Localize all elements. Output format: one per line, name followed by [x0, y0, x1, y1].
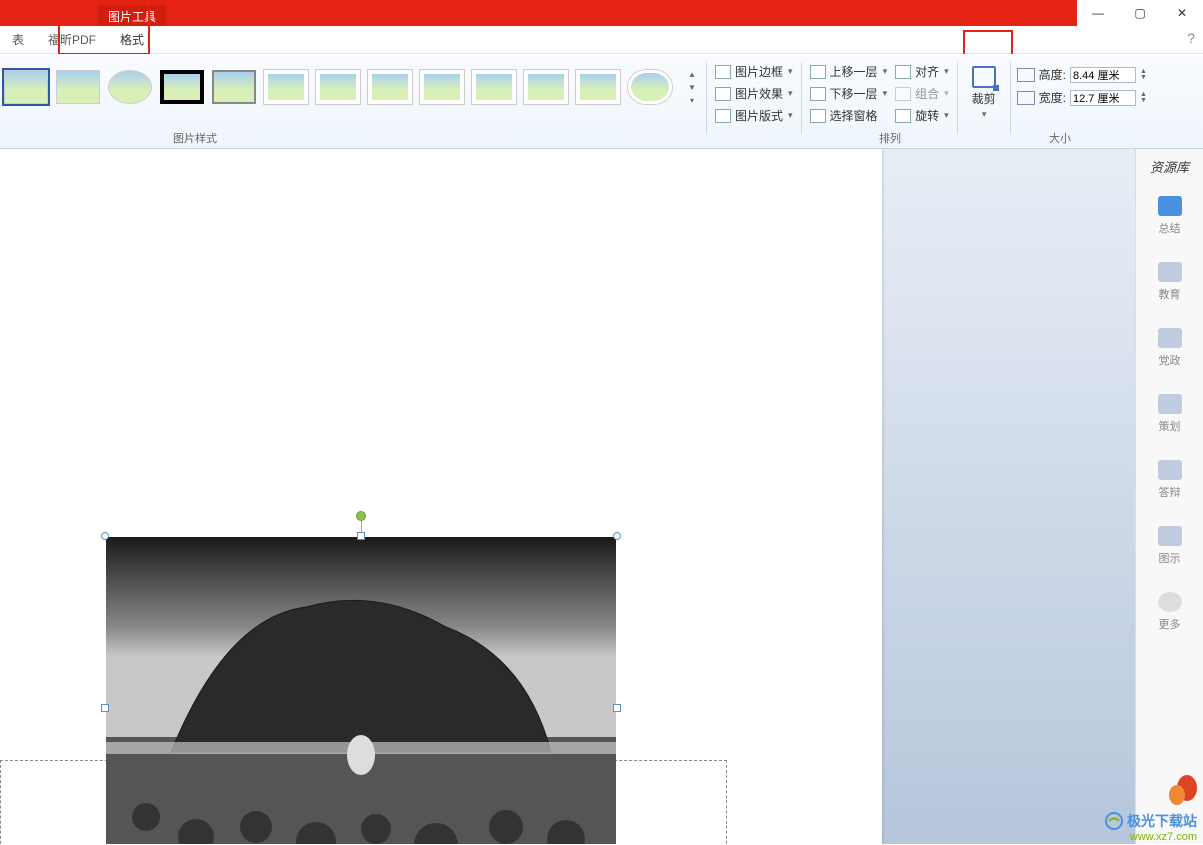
menu-tabs: 表 福昕PDF 格式 ?: [0, 26, 1203, 54]
plan-icon: [1158, 394, 1182, 414]
style-thumb[interactable]: [56, 70, 100, 104]
rotate-icon: [895, 109, 911, 123]
style-thumb[interactable]: [160, 70, 204, 104]
selection-pane-icon: [810, 109, 826, 123]
style-thumb[interactable]: [212, 70, 256, 104]
align-group-rotate: 对齐▾ 组合▾ 旋转▾: [893, 62, 951, 125]
resize-handle-tl[interactable]: [101, 532, 109, 540]
resize-handle-tr[interactable]: [613, 532, 621, 540]
style-thumb[interactable]: [576, 70, 620, 104]
sidebar-item-summary[interactable]: 总结: [1158, 196, 1182, 236]
resize-handle-l[interactable]: [101, 704, 109, 712]
crop-button[interactable]: 裁剪 ▾: [964, 62, 1004, 124]
group-icon: [895, 87, 911, 101]
party-icon: [1158, 328, 1182, 348]
chevron-down-icon: ▾: [788, 88, 793, 99]
chevron-down-icon: ▾: [944, 66, 949, 77]
layout-icon: [715, 109, 731, 123]
sidebar-item-chart[interactable]: 图示: [1158, 526, 1182, 566]
canvas[interactable]: [0, 149, 1135, 844]
picture-effect-button[interactable]: 图片效果▾: [713, 84, 795, 103]
group-label-arrange: 排列: [820, 130, 960, 146]
resize-handle-t[interactable]: [357, 532, 365, 540]
education-icon: [1158, 262, 1182, 282]
ribbon: ▲▼▾ 图片边框▾ 图片效果▾ 图片版式▾ 上移一层▾ 下移一层▾ 选择窗格 对…: [0, 54, 1203, 149]
style-thumb[interactable]: [628, 70, 672, 104]
group-label-size: 大小: [1020, 130, 1100, 146]
chevron-down-icon: ▾: [944, 110, 949, 121]
image-content: [106, 537, 616, 844]
group-button[interactable]: 组合▾: [893, 84, 951, 103]
resource-sidebar: 资源库 总结 教育 党政 策划 答辩 图示 更多: [1135, 149, 1203, 844]
crop-label: 裁剪: [972, 90, 996, 107]
size-inputs: 高度: ▲▼ 宽度: ▲▼: [1017, 62, 1147, 106]
picture-layout-button[interactable]: 图片版式▾: [713, 106, 795, 125]
page: [0, 149, 882, 844]
chevron-down-icon: ▾: [944, 88, 949, 99]
image-tools-tab: 图片工具: [98, 5, 166, 26]
sidebar-item-education[interactable]: 教育: [1158, 262, 1182, 302]
resize-handle-r[interactable]: [613, 704, 621, 712]
tab-foxit-pdf[interactable]: 福昕PDF: [36, 26, 108, 53]
window-controls: — ▢ ✕: [1077, 0, 1203, 26]
arrange-layer-group: 上移一层▾ 下移一层▾ 选择窗格: [808, 62, 890, 125]
width-label: 宽度:: [1039, 89, 1066, 106]
rotate-button[interactable]: 旋转▾: [893, 106, 951, 125]
picture-border-effect-group: 图片边框▾ 图片效果▾ 图片版式▾: [713, 62, 795, 125]
close-button[interactable]: ✕: [1161, 0, 1203, 26]
workspace: 资源库 总结 教育 党政 策划 答辩 图示 更多: [0, 149, 1203, 844]
rotate-handle[interactable]: [356, 511, 366, 521]
chevron-down-icon: ▾: [982, 109, 987, 120]
help-icon[interactable]: ?: [1187, 30, 1195, 46]
bring-forward-button[interactable]: 上移一层▾: [808, 62, 890, 81]
sidebar-item-more[interactable]: 更多: [1158, 592, 1182, 632]
style-thumb[interactable]: [420, 70, 464, 104]
summary-icon: [1158, 196, 1182, 216]
sidebar-item-defense[interactable]: 答辩: [1158, 460, 1182, 500]
selection-pane-button[interactable]: 选择窗格: [808, 106, 890, 125]
title-bar: 图片工具 — ▢ ✕: [0, 0, 1203, 26]
align-button[interactable]: 对齐▾: [893, 62, 951, 81]
height-label: 高度:: [1039, 66, 1066, 83]
crop-icon: [972, 66, 996, 88]
selected-image[interactable]: [106, 537, 616, 844]
chevron-down-icon: ▾: [788, 110, 793, 121]
style-thumb[interactable]: [472, 70, 516, 104]
style-thumb[interactable]: [108, 70, 152, 104]
border-icon: [715, 65, 731, 79]
width-icon: [1017, 91, 1035, 105]
minimize-button[interactable]: —: [1077, 0, 1119, 26]
sidebar-title: 资源库: [1150, 157, 1189, 176]
sidebar-item-plan[interactable]: 策划: [1158, 394, 1182, 434]
sidebar-item-party[interactable]: 党政: [1158, 328, 1182, 368]
send-backward-button[interactable]: 下移一层▾: [808, 84, 890, 103]
chevron-down-icon: ▾: [788, 66, 793, 77]
style-thumb[interactable]: [524, 70, 568, 104]
effect-icon: [715, 87, 731, 101]
picture-style-gallery: ▲▼▾: [0, 62, 700, 112]
tab-table[interactable]: 表: [0, 26, 36, 53]
style-thumb[interactable]: [264, 70, 308, 104]
style-thumb[interactable]: [4, 70, 48, 104]
spin-down[interactable]: ▼: [1140, 98, 1147, 104]
defense-icon: [1158, 460, 1182, 480]
maximize-button[interactable]: ▢: [1119, 0, 1161, 26]
spin-down[interactable]: ▼: [1140, 75, 1147, 81]
bring-forward-icon: [810, 65, 826, 79]
gallery-more-button[interactable]: ▲▼▾: [684, 62, 700, 112]
style-thumb[interactable]: [316, 70, 360, 104]
style-thumb[interactable]: [368, 70, 412, 104]
send-backward-icon: [810, 87, 826, 101]
tab-format[interactable]: 格式: [108, 26, 156, 53]
height-icon: [1017, 68, 1035, 82]
group-label-style: 图片样式: [0, 130, 390, 146]
chart-icon: [1158, 526, 1182, 546]
chevron-down-icon: ▾: [883, 66, 888, 77]
chevron-down-icon: ▾: [883, 88, 888, 99]
width-input[interactable]: [1070, 90, 1136, 106]
more-icon: [1158, 592, 1182, 612]
picture-border-button[interactable]: 图片边框▾: [713, 62, 795, 81]
height-input[interactable]: [1070, 67, 1136, 83]
align-icon: [895, 65, 911, 79]
